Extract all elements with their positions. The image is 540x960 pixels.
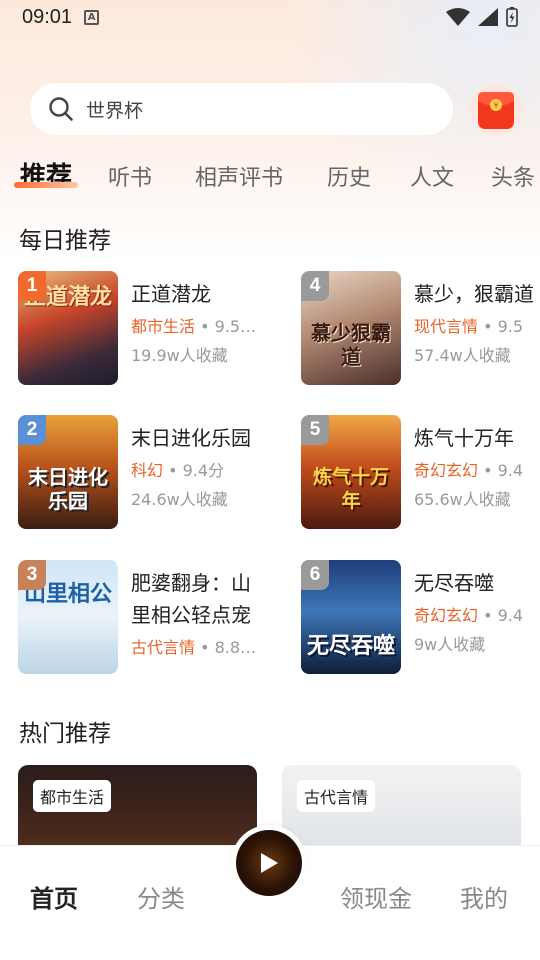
book-category: 现代言情 (414, 317, 479, 336)
book-category: 都市生活 (131, 317, 196, 336)
book-cover: 无尽吞噬 6 (301, 560, 401, 674)
book-score: 9.4分 (182, 461, 225, 480)
wifi-icon (446, 8, 470, 26)
cover-title: 慕少狠霸道 (311, 321, 391, 369)
book-item[interactable]: 炼气十万年 5 炼气十万年 奇幻玄幻 • 9.4 65.6w人收藏 (301, 415, 540, 531)
book-meta: 现代言情 • 9.5 (414, 317, 524, 336)
book-meta: 都市生活 • 9.5… (131, 317, 257, 336)
cover-title: 炼气十万年 (312, 466, 389, 512)
nav-reward[interactable]: 领现金 (340, 879, 412, 914)
book-category: 奇幻玄幻 (414, 606, 479, 625)
battery-icon (506, 7, 518, 27)
search-input[interactable]: 世界杯 (30, 83, 453, 135)
book-cover: 炼气十万年 5 (301, 415, 401, 529)
book-score: 9.5… (214, 317, 257, 336)
rank-badge: 5 (301, 415, 329, 445)
book-title: 肥婆翻身：山里相公轻点宠 (131, 571, 251, 627)
book-score: 9.4 (497, 461, 524, 480)
book-meta: 奇幻玄幻 • 9.4 (414, 461, 524, 480)
nav-category[interactable]: 分类 (137, 879, 185, 914)
book-meta: 科幻 • 9.4分 (131, 461, 225, 480)
daily-section-title: 每日推荐 (19, 228, 111, 254)
player-disc (236, 830, 302, 896)
book-title: 末日进化乐园 (131, 426, 251, 450)
book-title: 无尽吞噬 (414, 571, 494, 595)
rank-badge: 6 (301, 560, 329, 590)
nav-home[interactable]: 首页 (30, 879, 78, 914)
tab-active-indicator (14, 182, 78, 188)
status-bar: 09:01 A (0, 0, 540, 34)
book-item[interactable]: 山里相公 3 肥婆翻身：山里相公轻点宠 古代言情 • 8.8… (18, 560, 268, 676)
tab-headlines[interactable]: 头条 (491, 160, 535, 192)
book-cover: 慕少狠霸道 4 (301, 271, 401, 385)
book-meta: 奇幻玄幻 • 9.4 (414, 606, 524, 625)
rank-badge: 3 (18, 560, 46, 590)
book-score: 9.5 (497, 317, 524, 336)
book-title: 慕少，狠霸道 (414, 282, 534, 306)
rank-badge: 4 (301, 271, 329, 301)
book-cover: 正道潜龙 1 (18, 271, 118, 385)
cover-title: 无尽吞噬 (306, 633, 395, 659)
svg-text:¥: ¥ (493, 101, 498, 110)
book-category: 科幻 (131, 461, 164, 480)
book-item[interactable]: 无尽吞噬 6 无尽吞噬 奇幻玄幻 • 9.4 9w人收藏 (301, 560, 540, 676)
hot-section-title: 热门推荐 (19, 721, 111, 747)
book-cover: 末日进化乐园 2 (18, 415, 118, 529)
hot-card-tag: 都市生活 (33, 780, 112, 812)
search-icon (49, 97, 73, 121)
book-favorites: 9w人收藏 (414, 635, 486, 654)
book-favorites: 57.4w人收藏 (414, 346, 511, 365)
status-icons (446, 7, 518, 27)
play-icon (261, 853, 278, 873)
book-favorites: 19.9w人收藏 (131, 346, 228, 365)
status-time: 09:01 (22, 5, 73, 28)
audio-player-button[interactable] (234, 828, 304, 898)
red-envelope-button[interactable]: ¥ (470, 84, 522, 136)
tab-humanities[interactable]: 人文 (410, 160, 454, 192)
category-tabs: 推荐 听书 相声评书 历史 人文 头条 (0, 150, 540, 200)
notification-icon: A (84, 9, 100, 25)
book-category: 奇幻玄幻 (414, 461, 479, 480)
tab-history[interactable]: 历史 (327, 160, 371, 192)
cover-title: 末日进化乐园 (28, 465, 108, 513)
book-favorites: 24.6w人收藏 (131, 490, 228, 509)
book-meta: 古代言情 • 8.8… (131, 638, 257, 657)
hot-card-tag: 古代言情 (297, 780, 376, 812)
tab-audiobook[interactable]: 听书 (108, 160, 152, 192)
red-envelope-icon: ¥ (478, 92, 514, 129)
book-item[interactable]: 正道潜龙 1 正道潜龙 都市生活 • 9.5… 19.9w人收藏 (18, 271, 268, 387)
tab-crosstalk[interactable]: 相声评书 (195, 160, 283, 192)
rank-badge: 2 (18, 415, 46, 445)
book-category: 古代言情 (131, 638, 196, 657)
rank-badge: 1 (18, 271, 46, 301)
search-placeholder: 世界杯 (86, 99, 144, 122)
book-cover: 山里相公 3 (18, 560, 118, 674)
book-title: 正道潜龙 (131, 282, 211, 306)
book-title: 炼气十万年 (414, 426, 514, 450)
book-favorites: 65.6w人收藏 (414, 490, 511, 509)
book-item[interactable]: 末日进化乐园 2 末日进化乐园 科幻 • 9.4分 24.6w人收藏 (18, 415, 268, 531)
book-score: 8.8… (214, 638, 257, 657)
signal-icon (478, 8, 498, 26)
book-item[interactable]: 慕少狠霸道 4 慕少，狠霸道 现代言情 • 9.5 57.4w人收藏 (301, 271, 540, 387)
nav-mine[interactable]: 我的 (460, 879, 508, 914)
book-score: 9.4 (497, 606, 524, 625)
